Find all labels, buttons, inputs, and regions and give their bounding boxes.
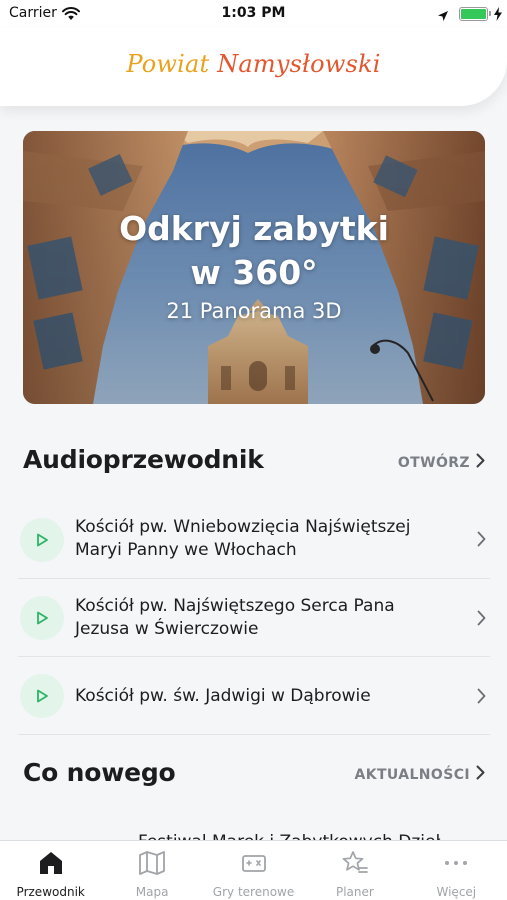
chevron-right-icon xyxy=(476,765,485,784)
play-icon xyxy=(37,533,48,547)
brand-logo: Powiat Namysłowski xyxy=(0,50,507,78)
play-button[interactable] xyxy=(20,596,64,640)
audio-list-item[interactable]: Kościół pw. Wniebowzięcia Najświętszej M… xyxy=(18,501,490,579)
hero-subtitle: 21 Panorama 3D xyxy=(166,299,342,323)
tab-label: Planer xyxy=(335,885,374,899)
map-icon xyxy=(101,850,202,878)
news-link-label: AKTUALNOŚCI xyxy=(354,766,470,783)
audio-item-title: Kościół pw. Najświętszego Serca Pana Jez… xyxy=(75,595,455,641)
news-link[interactable]: AKTUALNOŚCI xyxy=(354,765,485,784)
status-bar: Carrier 1:03 PM xyxy=(0,0,507,28)
audio-open-link-label: OTWÓRZ xyxy=(397,454,470,471)
chevron-right-icon xyxy=(476,453,485,472)
tab-przewodnik[interactable]: Przewodnik xyxy=(0,841,101,900)
audio-item-title-line1: Kościół pw. Wniebowzięcia Najświętszej xyxy=(75,517,411,537)
audio-list-item[interactable]: Kościół pw. Najświętszego Serca Pana Jez… xyxy=(18,579,490,657)
play-icon xyxy=(37,689,48,703)
audio-item-title: Kościół pw. św. Jadwigi w Dąbrowie xyxy=(75,685,455,708)
audio-item-title-line2: Jezusa w Świerczowie xyxy=(75,619,259,639)
star-list-icon xyxy=(304,850,405,878)
location-arrow-icon xyxy=(437,7,449,26)
home-icon xyxy=(0,850,101,878)
play-button[interactable] xyxy=(20,674,64,718)
tab-mapa[interactable]: Mapa xyxy=(101,841,202,900)
chevron-right-icon xyxy=(477,610,486,630)
chevron-right-icon xyxy=(477,531,486,551)
tab-planer[interactable]: Planer xyxy=(304,841,405,900)
battery-tip xyxy=(489,11,491,16)
charging-bolt-icon xyxy=(494,6,502,25)
audio-item-title: Kościół pw. Wniebowzięcia Najświętszej M… xyxy=(75,516,455,562)
game-ticket-icon xyxy=(203,850,304,878)
audio-section-title: Audioprzewodnik xyxy=(23,445,264,474)
hero-title: Odkryj zabytki w 360° xyxy=(23,207,485,295)
audio-open-link[interactable]: OTWÓRZ xyxy=(398,453,485,472)
audio-item-title-line1: Kościół pw. Najświętszego Serca Pana xyxy=(75,596,395,616)
play-button[interactable] xyxy=(20,518,64,562)
battery-icon xyxy=(459,7,488,21)
play-icon xyxy=(37,611,48,625)
audio-item-title-line1: Kościół pw. św. Jadwigi w Dąbrowie xyxy=(75,686,371,706)
brand-logo-part2: Namysłowski xyxy=(217,50,381,78)
tab-gry-terenowe[interactable]: Gry terenowe xyxy=(203,841,304,900)
audio-list-item[interactable]: Kościół pw. św. Jadwigi w Dąbrowie xyxy=(18,657,490,735)
hero-panorama-card[interactable]: Odkryj zabytki w 360° 21 Panorama 3D xyxy=(23,131,485,404)
clock: 1:03 PM xyxy=(221,5,286,21)
chevron-right-icon xyxy=(477,688,486,708)
tab-label: Mapa xyxy=(135,885,169,899)
tab-wiecej[interactable]: Więcej xyxy=(406,841,507,900)
brand-logo-part1: Powiat xyxy=(126,50,218,78)
hero-title-line2: w 360° xyxy=(190,253,318,292)
tab-label: Przewodnik xyxy=(16,885,85,899)
hero-title-line1: Odkryj zabytki xyxy=(119,209,389,248)
news-section-title: Co nowego xyxy=(23,758,176,787)
app-header: Powiat Namysłowski xyxy=(0,28,507,106)
tab-bar: Przewodnik Mapa Gry terenowe Planer Więc… xyxy=(0,840,507,900)
audio-item-title-line2: Maryi Panny we Włochach xyxy=(75,540,297,560)
tab-label: Gry terenowe xyxy=(212,885,295,899)
more-dots-icon xyxy=(406,850,507,878)
tab-label: Więcej xyxy=(436,885,477,899)
